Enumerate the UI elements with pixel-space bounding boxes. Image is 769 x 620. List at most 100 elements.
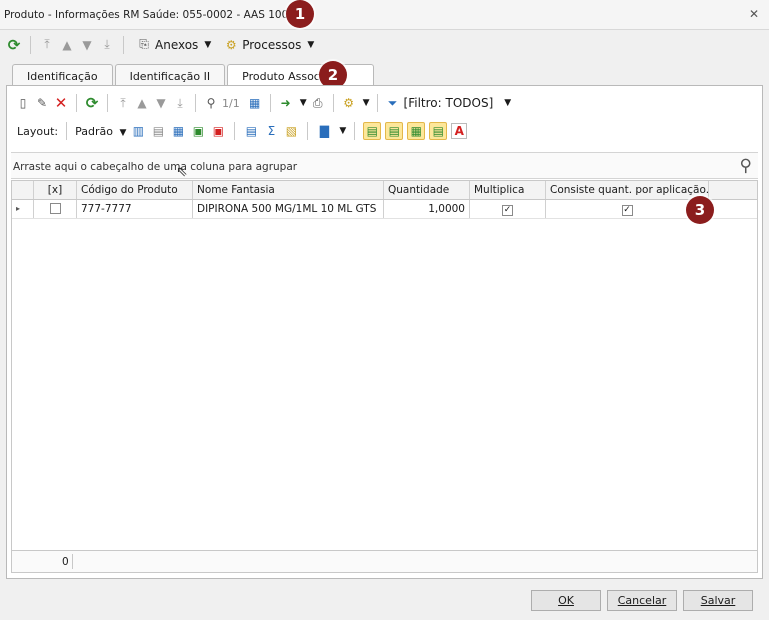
cell-quantidade[interactable]: 1,0000 [384,200,470,218]
grid-footer: 0 [11,551,758,573]
delete-icon[interactable]: ✕ [53,94,69,112]
group-by-hint: Arraste aqui o cabeçalho de uma coluna p… [13,161,298,173]
edit-icon[interactable]: ✎ [34,95,50,111]
mouse-cursor-icon: ⇖ [176,164,188,180]
padrao-dropdown[interactable]: Padrão ▼ [75,125,126,138]
row-select-cell[interactable] [34,200,77,218]
row-select-checkbox[interactable] [49,203,61,214]
tab-identificacao[interactable]: Identificação [12,64,113,86]
anexos-button[interactable]: ⎘ Anexos ▼ [132,37,215,53]
toolbar-separator [332,94,334,112]
data-grid: [x] Código do Produto Nome Fantasia Quan… [11,180,758,551]
grid-header: [x] Código do Produto Nome Fantasia Quan… [12,181,757,200]
step-badge-3: 3 [686,196,714,224]
move-last-icon[interactable]: ⤓ [172,95,188,111]
processos-label: Processos [242,37,302,52]
gears-icon[interactable]: ⚙ [341,95,357,111]
column-header-select[interactable]: [x] [34,181,77,199]
chevron-down-icon: ▼ [307,39,315,50]
dialog-buttons: OK Cancelar Salvar [531,590,753,611]
refresh-icon[interactable]: ⟳ [6,36,22,54]
toolbar-separator [269,94,271,112]
row-indicator-header [12,181,34,199]
record-count: 0 [62,556,69,568]
close-icon[interactable]: ✕ [749,7,759,21]
footer-divider [72,554,73,569]
ok-button[interactable]: OK [531,590,601,611]
window-title: Produto - Informações RM Saúde: 055-0002… [4,9,309,21]
chevron-down-icon[interactable]: ▼ [363,98,370,108]
print-icon[interactable]: ⎙ [310,95,326,111]
padrao-label: Padrão [75,124,113,138]
consiste-checkbox[interactable]: ✓ [621,205,633,216]
anexos-label: Anexos [155,37,199,52]
move-down-icon[interactable]: ▼ [79,37,95,53]
layout-toolbar: Layout: Padrão ▼ ▥ ▤ ▦ ▣ ▣ ▤ Σ ▧ ▇ ▼ ▤ ▤… [7,119,762,143]
search-icon[interactable]: ⚲ [740,156,752,176]
table-row[interactable]: ▸ 777-7777 DIPIRONA 500 MG/1ML 10 ML GTS… [12,200,757,219]
move-down-icon[interactable]: ▼ [153,95,169,111]
layout-grid-icon[interactable]: ▦ [170,123,186,139]
tab-identificacao-ii[interactable]: Identificação II [114,64,226,86]
refresh-icon[interactable]: ⟳ [84,94,100,112]
binoculars-icon[interactable]: ⚲ [203,95,219,111]
move-first-icon[interactable]: ⤒ [115,95,131,111]
filter-icon[interactable]: ⏷ [385,95,401,111]
cell-nome[interactable]: DIPIRONA 500 MG/1ML 10 ML GTS [193,200,384,218]
main-toolbar: ⟳ ⤒ ▲ ▼ ⤓ ⎘ Anexos ▼ ⚙ Processos ▼ [0,31,769,58]
move-last-icon[interactable]: ⤓ [99,37,115,53]
move-up-icon[interactable]: ▲ [59,37,75,53]
multiplica-checkbox[interactable]: ✓ [502,205,513,216]
toolbar-separator [66,122,68,140]
toolbar-separator [354,122,356,140]
toolbar-separator [123,35,124,54]
sum-icon[interactable]: Σ [263,123,279,139]
toolbar-separator [30,35,31,54]
toolbar-separator [234,122,236,140]
layout-restore-icon[interactable]: ▣ [210,123,226,139]
processos-button[interactable]: ⚙ Processos ▼ [219,37,318,53]
column-header-nome[interactable]: Nome Fantasia [193,181,384,199]
layout-save-icon[interactable]: ▣ [190,123,206,139]
view-option-2-icon[interactable]: ▤ [385,122,404,140]
tab-produto-associado[interactable]: Produto Associado [227,64,375,86]
group-by-bar[interactable]: Arraste aqui o cabeçalho de uma coluna p… [11,152,758,180]
new-record-icon[interactable]: ▯ [15,95,31,111]
chevron-down-icon[interactable]: ▼ [339,126,346,136]
move-up-icon[interactable]: ▲ [134,95,150,111]
column-header-multiplica[interactable]: Multiplica [470,181,546,199]
move-first-icon[interactable]: ⤒ [39,37,55,53]
format-icon[interactable]: ▧ [283,123,299,139]
calendar-icon[interactable]: ▦ [247,95,263,111]
title-bar: Produto - Informações RM Saúde: 055-0002… [0,0,769,30]
layout-rows-icon[interactable]: ▤ [150,123,166,139]
chevron-down-icon[interactable]: ▼ [300,98,307,108]
toolbar-separator [76,94,77,112]
chevron-down-icon[interactable]: ▼ [504,98,511,108]
tab-panel: ▯ ✎ ✕ ⟳ ⤒ ▲ ▼ ⤓ ⚲ 1/1 ▦ ➜ ▼ ⎙ ⚙ ▼ ⏷ [Fil… [6,85,763,579]
column-header-codigo[interactable]: Código do Produto [77,181,193,199]
font-icon[interactable]: A [451,123,468,139]
cell-consiste[interactable]: ✓ [546,200,709,218]
export-icon[interactable]: ➜ [278,95,294,111]
view-option-1-icon[interactable]: ▤ [363,122,382,140]
cancel-button[interactable]: Cancelar [607,590,677,611]
bar-chart-icon[interactable]: ▇ [316,123,332,139]
view-option-4-icon[interactable]: ▤ [429,122,448,140]
save-button[interactable]: Salvar [683,590,753,611]
column-header-consiste[interactable]: Consiste quant. por aplicação. [546,181,709,199]
column-header-quantidade[interactable]: Quantidade [384,181,470,199]
grid-toolbar: ▯ ✎ ✕ ⟳ ⤒ ▲ ▼ ⤓ ⚲ 1/1 ▦ ➜ ▼ ⎙ ⚙ ▼ ⏷ [Fil… [7,90,762,116]
cell-multiplica[interactable]: ✓ [470,200,546,218]
page-indicator: 1/1 [222,96,240,110]
cell-codigo[interactable]: 777-7777 [77,200,193,218]
toolbar-separator [307,122,309,140]
row-indicator-icon: ▸ [12,200,34,218]
toolbar-separator [195,94,196,112]
filter-label[interactable]: [Filtro: TODOS] [404,96,494,110]
layout-columns-icon[interactable]: ▥ [130,123,146,139]
group-panel-icon[interactable]: ▤ [243,123,259,139]
chevron-down-icon: ▼ [204,39,212,50]
step-badge-1: 1 [286,0,314,28]
view-option-3-icon[interactable]: ▦ [407,122,426,140]
